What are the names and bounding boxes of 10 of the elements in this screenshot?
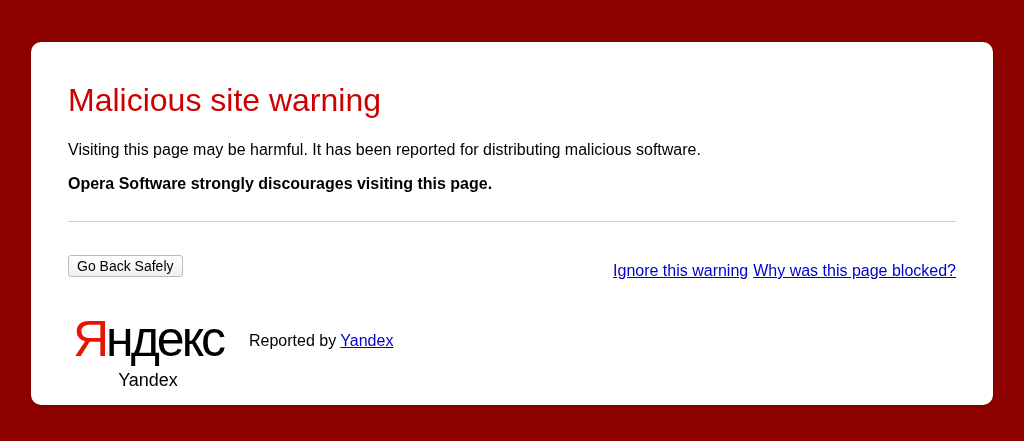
warning-title: Malicious site warning	[68, 81, 381, 120]
logo-wordmark: Яндекс	[72, 311, 224, 367]
logo-caption: Yandex	[118, 369, 178, 391]
link[interactable]: Ignore this warning	[613, 261, 749, 281]
go-back-button[interactable]: Go Back Safely	[68, 255, 183, 277]
reporter-link[interactable]: Yandex	[340, 332, 394, 349]
recommendation-text: Opera Software strongly discourages visiting this page.	[68, 174, 493, 194]
warning-message: Visiting this page may be harmful. It has been reported for distributing malicious software.	[68, 140, 701, 160]
reported-by-text: Reported by Yandex	[249, 331, 394, 351]
link[interactable]: Why was this page blocked?	[753, 261, 956, 281]
